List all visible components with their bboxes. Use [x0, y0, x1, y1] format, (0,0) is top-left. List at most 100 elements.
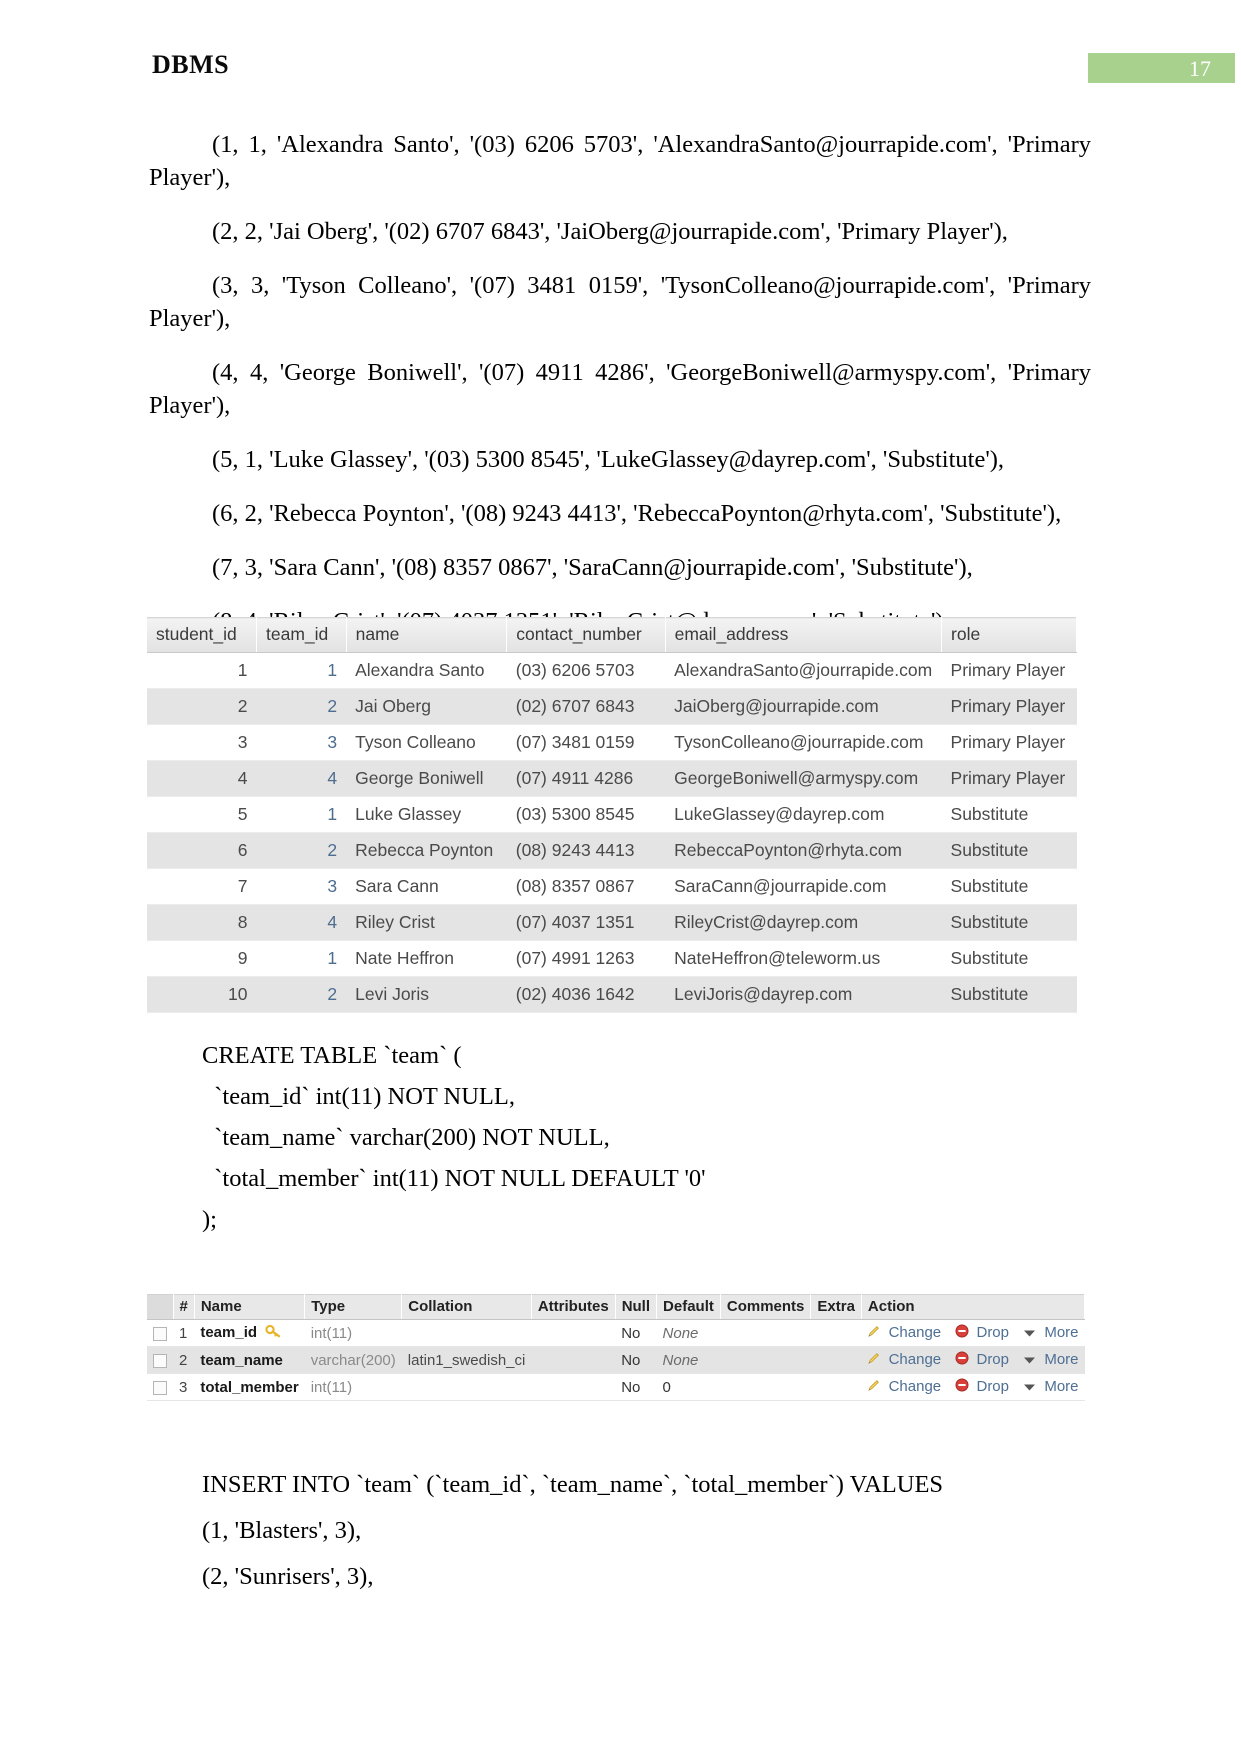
cell-role: Substitute — [941, 940, 1077, 977]
pencil-icon — [867, 1324, 881, 1342]
cell-contact-number: (03) 6206 5703 — [506, 652, 666, 689]
drop-link[interactable]: Drop — [976, 1351, 1009, 1368]
more-link[interactable]: More — [1044, 1324, 1078, 1341]
change-link[interactable]: Change — [889, 1378, 942, 1395]
column-header-name[interactable]: Name — [194, 1294, 306, 1320]
cell-null: No — [615, 1346, 657, 1375]
cell-column-name: total_member — [194, 1373, 305, 1402]
cell-contact-number: (02) 6707 6843 — [506, 688, 666, 725]
cell-student-id: 10 — [147, 976, 257, 1013]
student-result-table: student_id team_id name contact_number e… — [147, 617, 1077, 1013]
chevron-down-icon[interactable] — [1023, 1379, 1036, 1396]
table-row: 3 total_member int(11) No 0 Change Drop … — [147, 1373, 1085, 1402]
table-row: 9 1 Nate Heffron (07) 4991 1263 NateHeff… — [147, 940, 1077, 977]
student-grid-header: student_id team_id name contact_number e… — [147, 617, 1077, 653]
cell-email-address: RileyCrist@dayrep.com — [665, 904, 942, 941]
drop-link[interactable]: Drop — [976, 1378, 1009, 1395]
column-header-student-id[interactable]: student_id — [147, 617, 258, 653]
cell-role: Primary Player — [941, 688, 1077, 725]
sql-value-line: (1, 1, 'Alexandra Santo', '(03) 6206 570… — [149, 131, 1091, 191]
column-header-action[interactable]: Action — [861, 1294, 1086, 1320]
cell-student-id: 4 — [147, 760, 257, 797]
column-header-null[interactable]: Null — [615, 1294, 658, 1320]
sql-value-line: (5, 1, 'Luke Glassey', '(03) 5300 8545',… — [212, 446, 1005, 473]
drop-icon — [955, 1351, 969, 1369]
cell-team-id: 1 — [256, 652, 347, 689]
cell-contact-number: (02) 4036 1642 — [506, 976, 666, 1013]
drop-link[interactable]: Drop — [976, 1324, 1009, 1341]
cell-column-name: team_id — [194, 1319, 305, 1348]
cell-team-id: 4 — [256, 760, 347, 797]
change-link[interactable]: Change — [889, 1351, 942, 1368]
cell-name: Nate Heffron — [346, 940, 507, 977]
cell-type: varchar(200) — [304, 1346, 402, 1375]
structure-grid-header: # Name Type Collation Attributes Null De… — [147, 1294, 1086, 1320]
create-table-line: `team_id` int(11) NOT NULL, — [202, 1083, 515, 1110]
cell-email-address: AlexandraSanto@jourrapide.com — [665, 652, 942, 689]
cell-team-id: 1 — [256, 796, 347, 833]
column-header-type[interactable]: Type — [304, 1294, 403, 1320]
column-header-select[interactable] — [147, 1294, 174, 1320]
column-header-team-id[interactable]: team_id — [256, 617, 347, 653]
cell-role: Primary Player — [941, 724, 1077, 761]
student-grid-body: 1 1 Alexandra Santo (03) 6206 5703 Alexa… — [147, 652, 1077, 1013]
row-checkbox[interactable] — [153, 1380, 167, 1395]
cell-attributes — [531, 1319, 616, 1348]
cell-student-id: 7 — [147, 868, 257, 905]
cell-team-id: 2 — [256, 688, 347, 725]
table-row: 10 2 Levi Joris (02) 4036 1642 LeviJoris… — [147, 976, 1077, 1013]
cell-collation — [401, 1319, 532, 1348]
column-header-role[interactable]: role — [941, 617, 1077, 653]
team-structure-table: # Name Type Collation Attributes Null De… — [147, 1294, 1086, 1402]
row-checkbox[interactable] — [153, 1326, 167, 1341]
row-select-cell[interactable] — [147, 1373, 173, 1402]
sql-value-line: (7, 3, 'Sara Cann', '(08) 8357 0867', 'S… — [212, 554, 973, 581]
create-table-line: `team_name` varchar(200) NOT NULL, — [202, 1124, 610, 1151]
cell-extra — [810, 1319, 862, 1348]
cell-role: Substitute — [941, 796, 1077, 833]
table-row: 5 1 Luke Glassey (03) 5300 8545 LukeGlas… — [147, 796, 1077, 833]
row-select-cell[interactable] — [147, 1319, 173, 1348]
more-link[interactable]: More — [1044, 1351, 1078, 1368]
change-link[interactable]: Change — [889, 1324, 942, 1341]
primary-key-icon — [265, 1324, 281, 1342]
table-row: 1 1 Alexandra Santo (03) 6206 5703 Alexa… — [147, 652, 1077, 689]
column-name-label: team_name — [200, 1351, 283, 1369]
table-row: 7 3 Sara Cann (08) 8357 0867 SaraCann@jo… — [147, 868, 1077, 905]
cell-name: Tyson Colleano — [346, 724, 507, 761]
cell-email-address: SaraCann@jourrapide.com — [665, 868, 942, 905]
more-link[interactable]: More — [1044, 1378, 1078, 1395]
column-header-default[interactable]: Default — [656, 1294, 721, 1320]
pencil-icon — [867, 1351, 881, 1369]
pencil-icon — [867, 1378, 881, 1396]
cell-role: Substitute — [941, 904, 1077, 941]
column-header-name[interactable]: name — [346, 617, 508, 653]
column-header-extra[interactable]: Extra — [810, 1294, 862, 1320]
cell-student-id: 9 — [147, 940, 257, 977]
row-checkbox[interactable] — [153, 1353, 167, 1368]
chevron-down-icon[interactable] — [1023, 1325, 1036, 1342]
column-header-attributes[interactable]: Attributes — [531, 1294, 616, 1320]
cell-contact-number: (07) 4911 4286 — [506, 760, 666, 797]
chevron-down-icon[interactable] — [1023, 1352, 1036, 1369]
cell-actions: Change Drop More — [861, 1319, 1085, 1348]
column-header-email-address[interactable]: email_address — [665, 617, 943, 653]
cell-name: Sara Cann — [346, 868, 507, 905]
column-header-collation[interactable]: Collation — [401, 1294, 532, 1320]
table-header-row: student_id team_id name contact_number e… — [147, 617, 1077, 653]
table-row: 2 2 Jai Oberg (02) 6707 6843 JaiOberg@jo… — [147, 688, 1077, 725]
insert-team-line: (2, 'Sunrisers', 3), — [202, 1563, 374, 1590]
create-table-team-block: CREATE TABLE `team` ( `team_id` int(11) … — [149, 1035, 1091, 1240]
cell-contact-number: (08) 9243 4413 — [506, 832, 666, 869]
column-header-comments[interactable]: Comments — [720, 1294, 812, 1320]
column-header-index[interactable]: # — [173, 1294, 195, 1320]
column-header-contact-number[interactable]: contact_number — [506, 617, 666, 653]
column-name-label: team_id — [200, 1324, 258, 1341]
cell-team-id: 3 — [256, 868, 347, 905]
cell-attributes — [531, 1373, 616, 1402]
row-select-cell[interactable] — [147, 1346, 173, 1375]
cell-index: 3 — [173, 1373, 195, 1402]
cell-collation: latin1_swedish_ci — [401, 1346, 532, 1375]
structure-grid: # Name Type Collation Attributes Null De… — [147, 1294, 1086, 1402]
table-row: 3 3 Tyson Colleano (07) 3481 0159 TysonC… — [147, 724, 1077, 761]
